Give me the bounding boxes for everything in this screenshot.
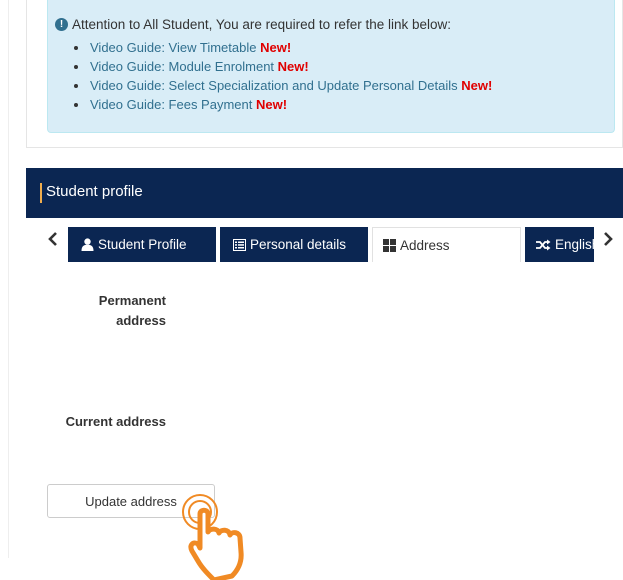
new-badge: New!: [277, 59, 309, 74]
tab-english[interactable]: English: [525, 227, 594, 262]
panel-header: Student profile: [26, 168, 623, 218]
video-guide-link[interactable]: Video Guide: Fees Payment New!: [66, 95, 492, 114]
video-guide-list: Video Guide: View Timetable New! Video G…: [66, 38, 492, 114]
permanent-address-label: Permanent address: [60, 291, 166, 331]
list-icon: [233, 238, 246, 251]
new-badge: New!: [255, 97, 288, 112]
tab-label: Student Profile: [98, 237, 187, 252]
panel-title: Student profile: [46, 183, 143, 200]
current-address-label: Current address: [65, 414, 166, 429]
exclamation-circle-icon: !: [55, 18, 68, 31]
new-badge: New!: [260, 40, 292, 55]
video-guide-link-text[interactable]: Video Guide: View Timetable: [90, 40, 256, 55]
grid-icon: [383, 238, 396, 252]
video-guide-link-text[interactable]: Video Guide: Select Specialization and U…: [90, 78, 458, 93]
permanent-address-label-line2: address: [116, 313, 166, 328]
tabs-strip: Student Profile Personal details Address…: [68, 227, 594, 262]
permanent-address-label-line1: Permanent: [98, 293, 166, 308]
user-icon: [81, 238, 94, 251]
notice-alert: ! Attention to All Student, You are requ…: [47, 0, 615, 133]
hand-pointer-icon: [182, 494, 244, 580]
shuffle-icon: [536, 239, 551, 251]
video-guide-link[interactable]: Video Guide: Select Specialization and U…: [66, 76, 492, 95]
tab-address[interactable]: Address: [372, 227, 521, 262]
video-guide-link-text[interactable]: Video Guide: Fees Payment: [90, 97, 252, 112]
video-guide-link-text[interactable]: Video Guide: Module Enrolment: [90, 59, 274, 74]
tab-student-profile[interactable]: Student Profile: [68, 227, 216, 262]
new-badge: New!: [461, 78, 493, 93]
tab-label: Address: [400, 237, 450, 253]
tab-personal-details[interactable]: Personal details: [220, 227, 368, 262]
profile-tabs: Student Profile Personal details Address…: [26, 218, 623, 268]
notice-heading-text: Attention to All Student, You are requir…: [72, 17, 451, 32]
tab-label: Personal details: [250, 237, 347, 252]
page-left-border: [8, 0, 9, 558]
panel-title-accent: [40, 183, 42, 203]
video-guide-link[interactable]: Video Guide: Module Enrolment New!: [66, 57, 492, 76]
notice-heading: ! Attention to All Student, You are requ…: [55, 17, 451, 32]
tab-label: English: [555, 237, 594, 252]
tab-scroll-right-icon[interactable]: [603, 232, 613, 250]
tab-scroll-left-icon[interactable]: [48, 232, 58, 250]
video-guide-link[interactable]: Video Guide: View Timetable New!: [66, 38, 492, 57]
